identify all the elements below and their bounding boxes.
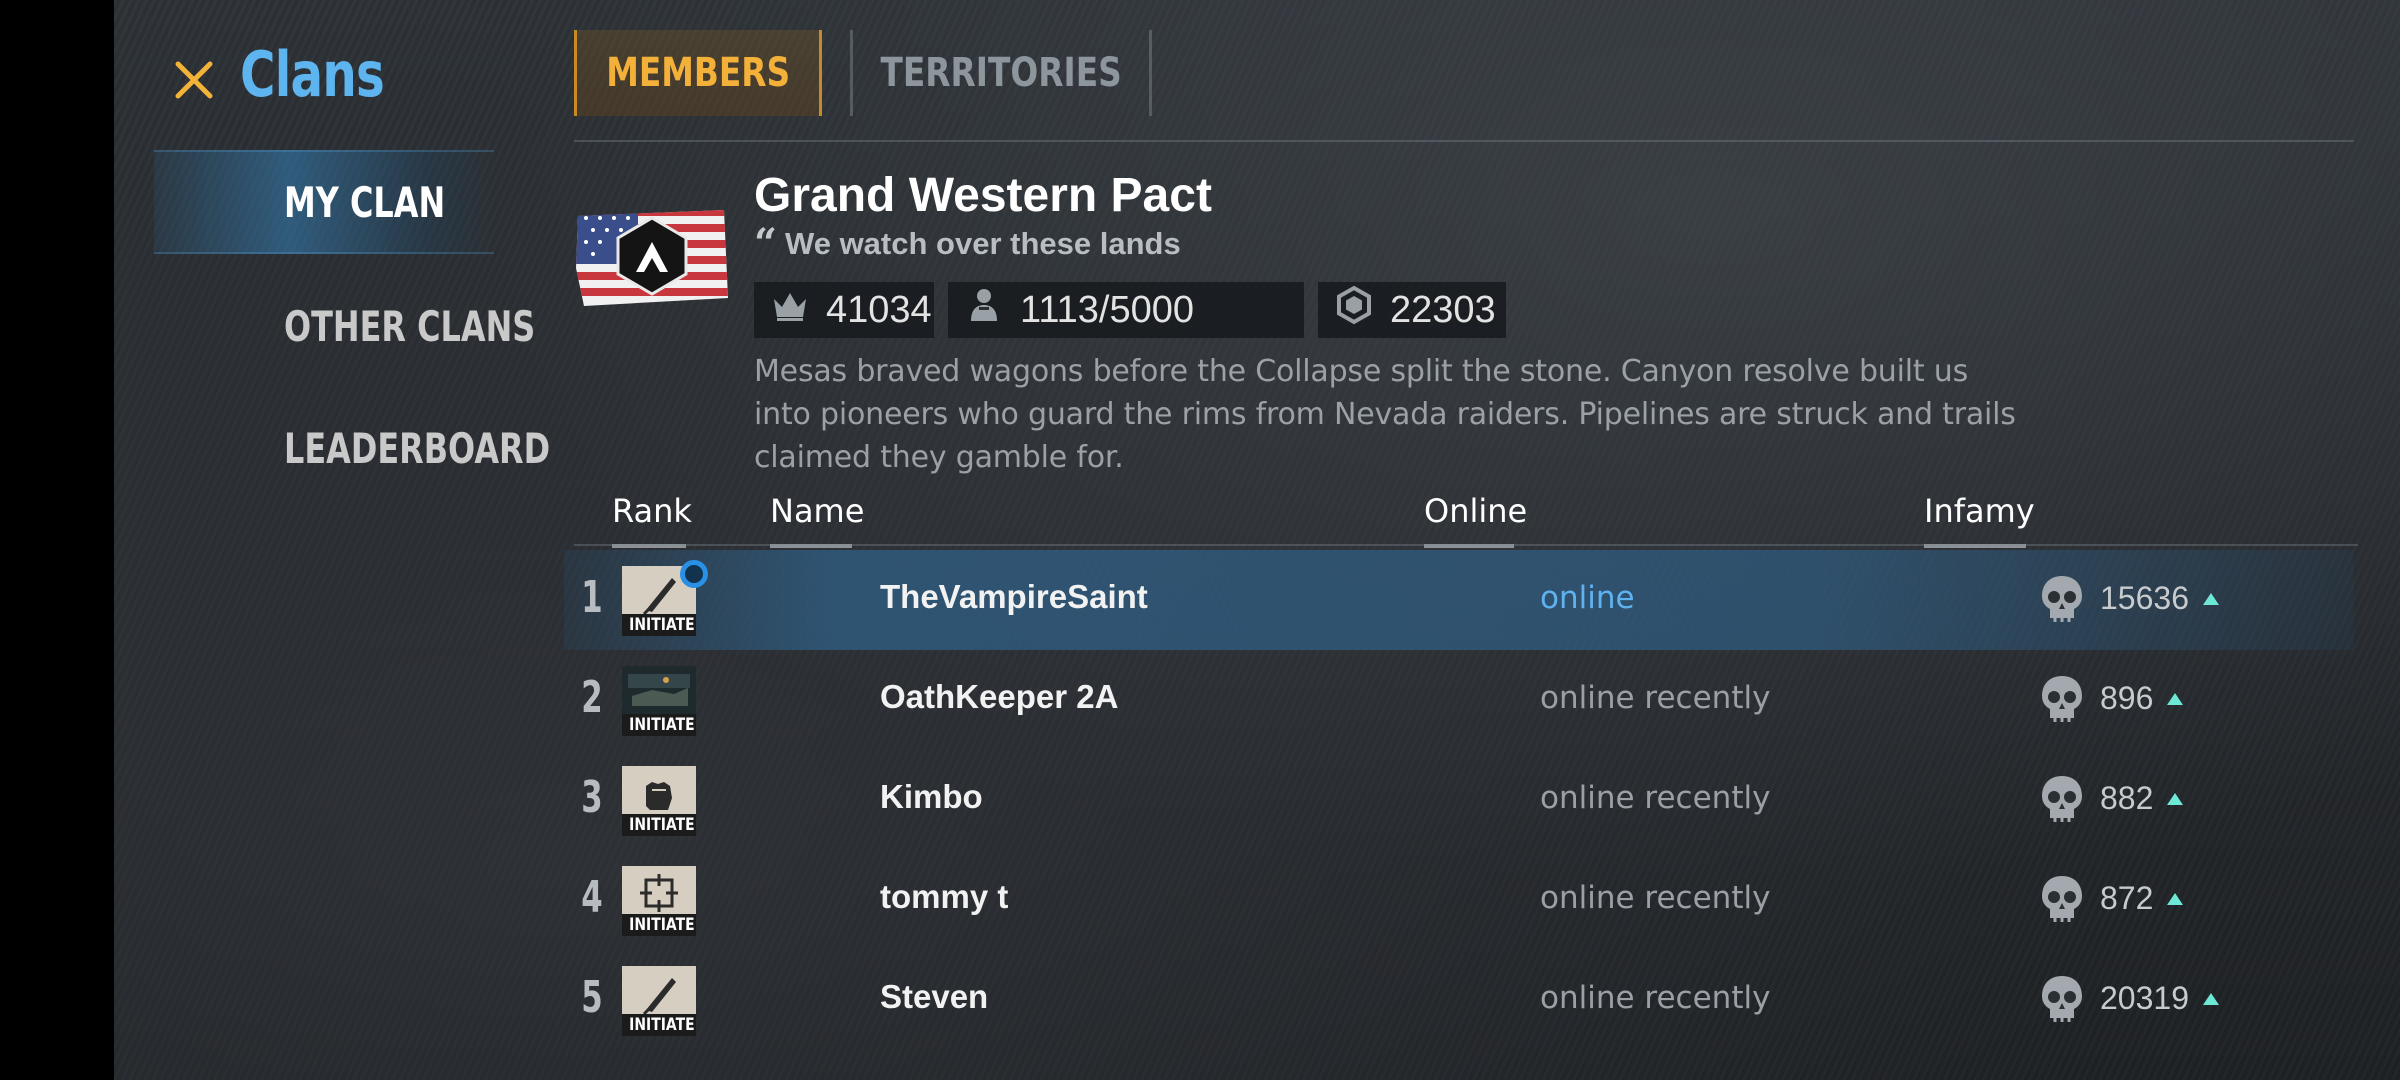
online-status: online recently [1540, 980, 1771, 1016]
tab-members[interactable]: MEMBERS [574, 30, 822, 116]
player-avatar [622, 666, 696, 720]
page-title: Clans [240, 38, 385, 111]
online-status: online recently [1540, 780, 1771, 816]
rank-badge: INITIATE [622, 966, 696, 1036]
rank-badge-label: INITIATE [622, 614, 696, 636]
clan-stat-value: 1113/5000 [1020, 288, 1194, 331]
rank-number: 4 [581, 872, 603, 923]
clan-motto: “ We watch over these lands [754, 220, 1181, 267]
infamy-value: 882 [2100, 780, 2184, 817]
infamy-value: 872 [2100, 880, 2184, 917]
online-status: online [1540, 580, 1635, 616]
trend-up-icon [2202, 592, 2219, 605]
table-row[interactable]: 4 INITIATE tommy t online recently 872 [564, 850, 2354, 950]
infamy-number: 882 [2100, 780, 2154, 816]
skull-icon [2038, 972, 2086, 1026]
skull-icon [2038, 872, 2086, 926]
sidebar-item-other-clans[interactable]: OTHER CLANS [154, 274, 535, 378]
table-row[interactable]: 5 INITIATE Steven online recently 20319 [564, 950, 2354, 1050]
rank-number: 5 [581, 972, 603, 1023]
rank-badge: INITIATE [622, 666, 696, 736]
trend-up-icon [2202, 992, 2219, 1005]
clan-stat-crowns: 41034 [754, 282, 934, 338]
sidebar-item-label: OTHER CLANS [284, 301, 536, 351]
infamy-value: 15636 [2100, 580, 2219, 617]
rank-badge-label: INITIATE [622, 814, 696, 836]
skull-icon [2038, 672, 2086, 726]
tab-territories[interactable]: TERRITORIES [850, 30, 1152, 116]
tab-label: MEMBERS [606, 50, 790, 96]
divider [574, 544, 2358, 546]
rank-badge: INITIATE [622, 866, 696, 936]
sidebar-item-label: LEADERBOARD [284, 423, 551, 473]
rank-number: 2 [581, 672, 603, 723]
trend-up-icon [2167, 892, 2184, 905]
clan-stat-value: 22303 [1390, 288, 1496, 331]
infamy-number: 20319 [2100, 980, 2189, 1016]
hexagon-icon [1334, 285, 1374, 335]
trend-up-icon [2167, 692, 2184, 705]
rank-badge-label: INITIATE [622, 1014, 696, 1036]
rank-badge: INITIATE [622, 560, 708, 636]
skull-icon [2038, 572, 2086, 626]
quill-icon [622, 966, 696, 1020]
rank-badge-label: INITIATE [622, 714, 696, 736]
clans-screen: Clans MY CLAN OTHER CLANS LEADERBOARD ME… [114, 0, 2400, 1080]
column-header-infamy[interactable]: Infamy [1924, 492, 2035, 548]
table-row[interactable]: 3 INITIATE Kimbo online recently 882 [564, 750, 2354, 850]
sidebar-item-label: MY CLAN [284, 177, 446, 227]
trend-up-icon [2167, 792, 2184, 805]
crown-icon [770, 285, 810, 335]
infamy-number: 896 [2100, 680, 2154, 716]
close-icon[interactable] [172, 58, 216, 102]
player-name[interactable]: Kimbo [880, 778, 983, 816]
rank-badge: INITIATE [622, 766, 696, 836]
rank-number: 3 [581, 772, 603, 823]
member-icon [964, 285, 1004, 335]
player-name[interactable]: Steven [880, 978, 988, 1016]
column-header-rank[interactable]: Rank [612, 492, 692, 548]
column-header-name[interactable]: Name [770, 492, 864, 548]
divider [574, 140, 2354, 142]
rank-badge-label: INITIATE [622, 914, 696, 936]
clan-stat-members: 1113/5000 [948, 282, 1304, 338]
crosshair-icon [622, 866, 696, 920]
online-indicator-icon [680, 560, 708, 588]
rank-number: 1 [581, 572, 603, 623]
column-header-online[interactable]: Online [1424, 492, 1527, 548]
skull-icon [2038, 772, 2086, 826]
table-row[interactable]: 1 INITIATE TheVampireSaint online 15636 [564, 550, 2354, 650]
table-row[interactable]: 2 INITIATE OathKeeper 2A online recently… [564, 650, 2354, 750]
sidebar-item-my-clan[interactable]: MY CLAN [154, 150, 494, 254]
player-name[interactable]: OathKeeper 2A [880, 678, 1118, 716]
infamy-value: 896 [2100, 680, 2184, 717]
sidebar-item-leaderboard[interactable]: LEADERBOARD [154, 396, 550, 500]
clan-flag-emblem [574, 208, 730, 308]
fist-icon [622, 766, 696, 820]
clan-stat-resources: 22303 [1318, 282, 1506, 338]
clan-name: Grand Western Pact [754, 169, 1212, 222]
player-name[interactable]: TheVampireSaint [880, 578, 1148, 616]
online-status: online recently [1540, 680, 1771, 716]
clan-stat-value: 41034 [826, 288, 932, 331]
player-name[interactable]: tommy t [880, 878, 1008, 916]
tab-label: TERRITORIES [880, 50, 1122, 96]
online-status: online recently [1540, 880, 1771, 916]
quote-icon: “ [754, 220, 778, 267]
clan-motto-text: We watch over these lands [785, 226, 1181, 261]
infamy-number: 15636 [2100, 580, 2189, 616]
infamy-value: 20319 [2100, 980, 2219, 1017]
infamy-number: 872 [2100, 880, 2154, 916]
clan-description: Mesas braved wagons before the Collapse … [754, 354, 2016, 475]
